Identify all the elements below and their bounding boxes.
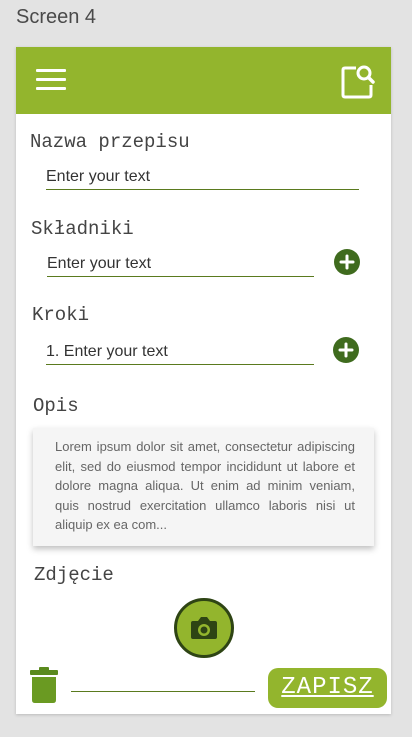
screen-label: Screen 4 (16, 6, 97, 28)
camera-icon (191, 617, 217, 639)
add-photo-button[interactable] (174, 598, 234, 658)
steps-input[interactable]: 1. Enter your text (46, 342, 314, 365)
plus-icon (339, 254, 355, 270)
document-search-icon[interactable] (340, 64, 376, 100)
description-text: Lorem ipsum dolor sit amet, consectetur … (55, 439, 355, 532)
phone-screen: Nazwa przepisu Enter your text Składniki… (16, 47, 391, 714)
plus-icon (338, 342, 354, 358)
hamburger-menu-icon[interactable] (36, 69, 66, 91)
add-step-button[interactable] (333, 337, 359, 363)
save-button[interactable]: ZAPISZ (268, 668, 387, 708)
steps-label: Kroki (32, 304, 90, 326)
recipe-name-input[interactable]: Enter your text (46, 167, 359, 190)
trash-icon[interactable] (30, 667, 58, 703)
ingredients-input[interactable]: Enter your text (47, 254, 314, 277)
divider-line (71, 691, 255, 692)
app-bar (16, 47, 391, 114)
recipe-name-label: Nazwa przepisu (30, 131, 190, 153)
description-textarea[interactable]: Lorem ipsum dolor sit amet, consectetur … (33, 428, 374, 546)
ingredients-label: Składniki (31, 218, 134, 240)
add-ingredient-button[interactable] (334, 249, 360, 275)
description-label: Opis (33, 395, 79, 417)
photo-label: Zdjęcie (34, 564, 114, 586)
